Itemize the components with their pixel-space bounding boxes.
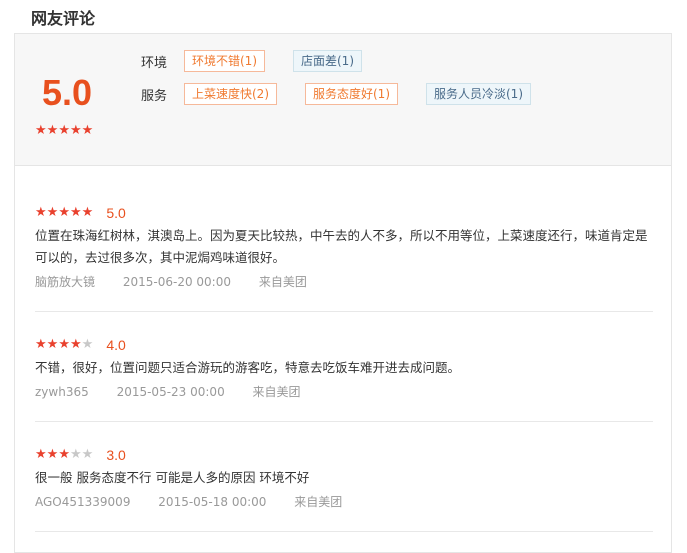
star-icon: ★ [58,205,70,220]
star-icon: ★ [46,205,59,220]
review-rating: 4.0 [106,336,126,353]
review-text: 不错，很好，位置问题只适合游玩的游客吃，特意去吃饭车难开进去成问题。 [35,360,461,375]
review-meta: AGO451339009 2015-05-18 00:00 来自美团 [35,493,653,510]
review-rating: 3.0 [106,446,126,463]
review-item: ★★★★★ 3.0 很一般 服务态度不行 可能是人多的原因 环境不好 AGO45… [35,444,653,510]
review-meta: zywh365 2015-05-23 00:00 来自美团 [35,383,653,400]
review-date: 2015-06-20 00:00 [122,275,231,289]
divider [35,421,653,422]
star-icon: ★ [81,123,94,138]
star-icon: ★ [58,123,70,138]
tag-cold-staff[interactable]: 服务人员冷淡(1) [426,83,531,105]
review-source: 来自美团 [258,275,307,289]
review-stars: ★★★★★ [35,448,93,461]
star-icon: ★ [58,447,70,462]
review-text: 很一般 服务态度不行 可能是人多的原因 环境不好 [35,470,310,485]
review-source: 来自美团 [252,385,301,399]
review-text: 位置在珠海红树林，淇澳岛上。因为夏天比较热，中午去的人不多，所以不用等位，上菜速… [35,228,648,265]
review-item: ★★★★★ 4.0 不错，很好，位置问题只适合游玩的游客吃，特意去吃饭车难开进去… [35,334,653,400]
star-empty-icon: ★ [81,447,94,462]
star-empty-icon: ★ [69,447,82,462]
star-icon: ★ [58,337,70,352]
review-stars: ★★★★★ [35,338,93,351]
star-icon: ★ [35,123,47,138]
star-icon: ★ [46,123,59,138]
divider [35,311,653,312]
tag-store-poor[interactable]: 店面差(1) [293,50,362,72]
tag-category-label: 环境 [141,55,168,71]
review-rating: 5.0 [106,204,126,221]
tag-environment-good[interactable]: 环境不错(1) [184,50,265,72]
star-icon: ★ [35,447,47,462]
review-item: ★★★★★ 5.0 位置在珠海红树林，淇澳岛上。因为夏天比较热，中午去的人不多，… [35,202,653,290]
star-icon: ★ [35,205,47,220]
review-meta: 脑筋放大镜 2015-06-20 00:00 来自美团 [35,273,653,290]
reviews-panel: 5.0 ★★★★★ 环境 环境不错(1) 店面差(1) 服务 上菜速度快(2) … [14,33,672,553]
review-date: 2015-05-18 00:00 [158,495,267,509]
review-user[interactable]: zywh365 [35,385,89,399]
tag-category-label: 服务 [141,88,168,104]
star-empty-icon: ★ [81,337,94,352]
tag-row-environment: 环境 环境不错(1) 店面差(1) [141,50,390,72]
star-icon: ★ [69,205,82,220]
review-source: 来自美团 [294,495,343,509]
star-icon: ★ [69,337,82,352]
star-icon: ★ [46,447,59,462]
review-user[interactable]: AGO451339009 [35,495,130,509]
tag-row-service: 服务 上菜速度快(2) 服务态度好(1) 服务人员冷淡(1) [141,83,559,105]
star-icon: ★ [69,123,82,138]
star-icon: ★ [35,337,47,352]
review-date: 2015-05-23 00:00 [116,385,225,399]
rating-summary: 5.0 ★★★★★ 环境 环境不错(1) 店面差(1) 服务 上菜速度快(2) … [15,34,671,166]
section-title: 网友评论 [31,9,96,28]
tag-good-attitude[interactable]: 服务态度好(1) [305,83,398,105]
star-icon: ★ [46,337,59,352]
review-stars: ★★★★★ [35,206,93,219]
overall-stars: ★★★★★ [35,124,93,137]
star-icon: ★ [81,205,94,220]
overall-score: 5.0 [42,72,93,113]
tag-fast-serving[interactable]: 上菜速度快(2) [184,83,277,105]
review-user[interactable]: 脑筋放大镜 [35,275,95,289]
